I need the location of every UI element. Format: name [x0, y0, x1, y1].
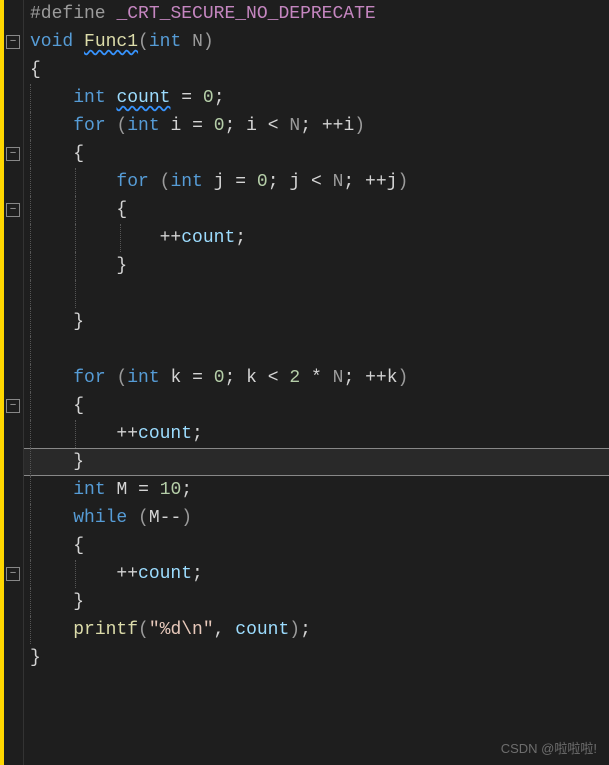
- fold-toggle[interactable]: −: [6, 567, 20, 581]
- code-line: for (int j = 0; j < N; ++j): [30, 168, 609, 196]
- code-line: int count = 0;: [30, 84, 609, 112]
- code-line: {: [30, 196, 609, 224]
- code-line: }: [30, 252, 609, 280]
- code-line: ++count;: [30, 560, 609, 588]
- code-line: void Func1(int N): [30, 28, 609, 56]
- code-line: }: [30, 448, 609, 476]
- code-line: int M = 10;: [30, 476, 609, 504]
- code-editor: − − − − − #define _CRT_SECURE_NO_DEPRECA…: [0, 0, 609, 765]
- code-line: ++count;: [30, 420, 609, 448]
- code-line: {: [30, 140, 609, 168]
- fold-toggle[interactable]: −: [6, 399, 20, 413]
- code-line: ++count;: [30, 224, 609, 252]
- code-line: {: [30, 56, 609, 84]
- code-line: }: [30, 308, 609, 336]
- code-line: }: [30, 588, 609, 616]
- code-line: printf("%d\n", count);: [30, 616, 609, 644]
- code-line: [30, 280, 609, 308]
- fold-toggle[interactable]: −: [6, 35, 20, 49]
- fold-toggle[interactable]: −: [6, 147, 20, 161]
- code-line: {: [30, 532, 609, 560]
- code-area[interactable]: #define _CRT_SECURE_NO_DEPRECATE void Fu…: [24, 0, 609, 765]
- code-line: for (int k = 0; k < 2 * N; ++k): [30, 364, 609, 392]
- code-line: while (M--): [30, 504, 609, 532]
- fold-gutter: − − − − −: [4, 0, 24, 765]
- watermark: CSDN @啦啦啦!: [501, 738, 597, 757]
- code-line: {: [30, 392, 609, 420]
- code-line: #define _CRT_SECURE_NO_DEPRECATE: [30, 0, 609, 28]
- fold-toggle[interactable]: −: [6, 203, 20, 217]
- code-line: for (int i = 0; i < N; ++i): [30, 112, 609, 140]
- code-line: [30, 336, 609, 364]
- code-line: }: [30, 644, 609, 672]
